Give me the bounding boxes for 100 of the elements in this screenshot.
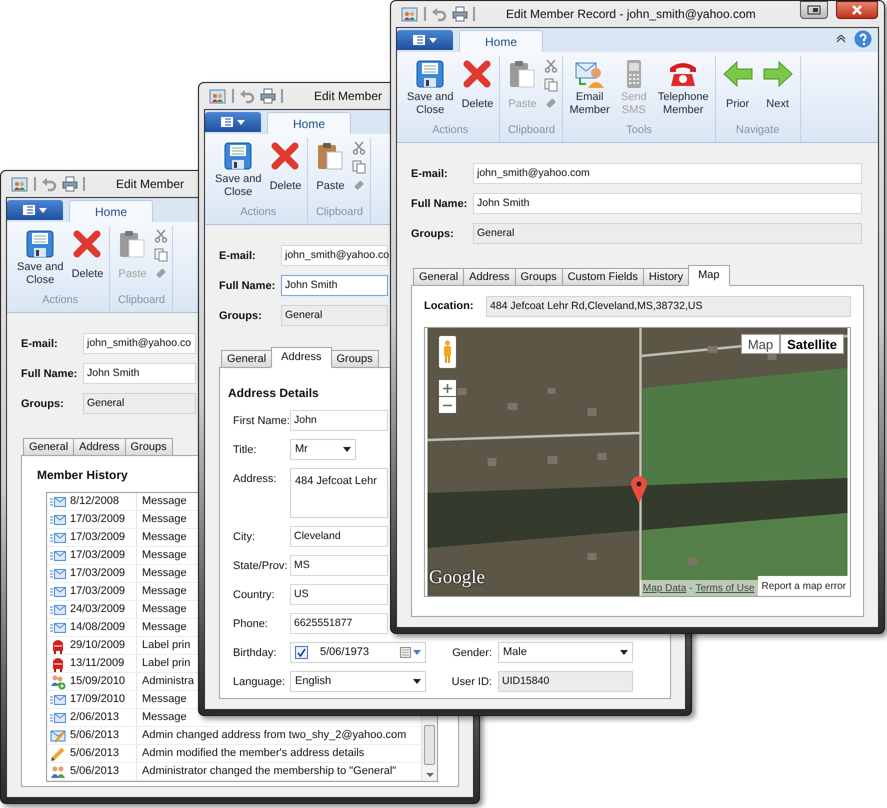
report-error-link[interactable]: Report a map error bbox=[758, 576, 850, 596]
tab[interactable]: History bbox=[642, 268, 690, 286]
ribbon-tab[interactable]: Home bbox=[267, 112, 351, 134]
field-label: City: bbox=[233, 530, 256, 545]
field-label: Country: bbox=[233, 588, 276, 603]
ribbon-tab[interactable]: Home bbox=[459, 30, 543, 52]
envelope-icon bbox=[50, 568, 66, 580]
input-field[interactable]: Cleveland bbox=[290, 526, 388, 547]
restore-button[interactable] bbox=[800, 1, 828, 19]
ribbon-button[interactable]: Save and Close bbox=[212, 138, 264, 200]
app-menu-button[interactable] bbox=[397, 30, 453, 50]
printer-icon bbox=[452, 6, 468, 22]
input-field[interactable]: MS bbox=[290, 555, 388, 576]
input-field[interactable]: John bbox=[290, 410, 388, 431]
dropdown[interactable]: English bbox=[290, 671, 426, 692]
zoom-in-button[interactable] bbox=[439, 380, 456, 396]
ribbon-button[interactable]: Save and Close bbox=[404, 56, 456, 118]
small-ribbon-button[interactable] bbox=[543, 58, 560, 74]
undo-icon bbox=[41, 176, 57, 192]
tab[interactable]: Groups bbox=[124, 438, 173, 456]
help-icon bbox=[854, 30, 872, 48]
group-label: Clipboard bbox=[316, 205, 364, 220]
tab[interactable]: General bbox=[23, 438, 74, 456]
history-text: Admin modified the member's address details bbox=[141, 746, 364, 762]
readonly-field[interactable]: 484 Jefcoat Lehr Rd,Cleveland,MS,38732,US bbox=[486, 296, 851, 317]
tab[interactable]: Address bbox=[271, 347, 332, 368]
checkbox[interactable] bbox=[295, 646, 308, 659]
input-field[interactable]: 6625551877 bbox=[290, 613, 388, 634]
x-mark-icon bbox=[269, 140, 302, 172]
tab[interactable]: Groups bbox=[514, 268, 563, 286]
zoom-out-button[interactable] bbox=[439, 397, 456, 413]
small-ribbon-button[interactable] bbox=[153, 228, 170, 244]
ribbon-button[interactable]: Delete bbox=[68, 226, 106, 288]
ribbon-tab[interactable]: Home bbox=[69, 200, 153, 222]
tab[interactable]: Map bbox=[688, 265, 730, 286]
ribbon-button[interactable]: Prior bbox=[718, 56, 757, 118]
app-icon bbox=[209, 87, 227, 105]
date-picker[interactable]: 5/06/1973 bbox=[290, 642, 426, 663]
ribbon-button[interactable]: Delete bbox=[266, 138, 304, 200]
input-field[interactable]: John Smith bbox=[473, 193, 862, 214]
map-type-button[interactable]: Map bbox=[740, 334, 780, 354]
input-field[interactable]: John Smith bbox=[83, 363, 196, 384]
history-text: Message bbox=[141, 602, 187, 618]
field-label: Location: bbox=[424, 299, 474, 314]
dropdown[interactable]: Mr bbox=[290, 439, 356, 460]
small-ribbon-button[interactable] bbox=[351, 140, 368, 156]
copy-icon bbox=[154, 248, 168, 262]
ribbon-button[interactable]: Delete bbox=[458, 56, 496, 118]
input-field[interactable]: john_smith@yahoo.co bbox=[83, 333, 196, 354]
scrollbar-thumb[interactable] bbox=[424, 725, 435, 765]
tab[interactable]: General bbox=[221, 350, 272, 368]
date-text: 24/03/2009 bbox=[68, 601, 137, 618]
ribbon-button[interactable]: Email Member bbox=[566, 56, 613, 118]
history-text: Message bbox=[141, 710, 187, 726]
envelope-icon bbox=[50, 694, 66, 706]
scissors-icon bbox=[154, 229, 168, 243]
ribbon-button[interactable]: Next bbox=[758, 56, 797, 118]
app-menu-button[interactable] bbox=[205, 112, 261, 132]
field-label: Address: bbox=[233, 472, 278, 487]
small-ribbon-button[interactable] bbox=[153, 247, 170, 263]
envelope-icon bbox=[50, 532, 66, 544]
tab[interactable]: General bbox=[413, 268, 464, 286]
undo-icon bbox=[431, 6, 447, 22]
envelope-icon bbox=[50, 496, 66, 508]
input-field[interactable]: john_smith@yahoo.co bbox=[281, 245, 388, 266]
date-text: 5/06/1973 bbox=[320, 645, 369, 660]
tab[interactable]: Address bbox=[463, 268, 516, 286]
app-menu-button[interactable] bbox=[7, 200, 63, 220]
street-view-button[interactable] bbox=[439, 336, 456, 368]
separator-text: - bbox=[689, 582, 693, 596]
tab[interactable]: Address bbox=[73, 438, 126, 456]
ribbon-button[interactable]: Paste bbox=[311, 138, 350, 200]
dropdown[interactable]: Male bbox=[498, 642, 633, 663]
input-field[interactable]: US bbox=[290, 584, 388, 605]
ribbon-button[interactable]: Telephone Member bbox=[654, 56, 712, 118]
readonly-field[interactable]: General bbox=[473, 223, 862, 244]
input-field[interactable]: John Smith bbox=[281, 275, 388, 296]
map-type-button[interactable]: Satellite bbox=[780, 334, 844, 354]
tab[interactable]: Custom Fields bbox=[562, 268, 644, 286]
date-text: 15/09/2010 bbox=[68, 673, 137, 690]
input-field[interactable]: john_smith@yahoo.com bbox=[473, 163, 862, 184]
readonly-field[interactable]: UID15840 bbox=[498, 671, 633, 692]
terms-link[interactable]: Terms of Use bbox=[696, 580, 755, 596]
field-label: Full Name: bbox=[219, 279, 276, 294]
date-text: 29/10/2009 bbox=[68, 637, 137, 654]
left-arrow-icon bbox=[722, 58, 754, 90]
readonly-field[interactable]: General bbox=[83, 393, 196, 414]
tab[interactable]: Groups bbox=[330, 350, 379, 368]
close-icon bbox=[851, 5, 863, 15]
ribbon-button[interactable]: Save and Close bbox=[14, 226, 66, 288]
small-ribbon-button[interactable] bbox=[543, 77, 560, 93]
scissors-icon bbox=[352, 141, 366, 155]
x-mark-icon bbox=[461, 58, 494, 90]
readonly-field[interactable]: General bbox=[281, 305, 388, 326]
date-text: 17/03/2009 bbox=[68, 511, 137, 528]
app-icon bbox=[401, 5, 419, 23]
close-button[interactable] bbox=[836, 1, 878, 19]
text-area[interactable]: 484 Jefcoat Lehr bbox=[290, 468, 388, 518]
small-ribbon-button[interactable] bbox=[351, 159, 368, 175]
map-data-link[interactable]: Map Data bbox=[642, 580, 686, 596]
